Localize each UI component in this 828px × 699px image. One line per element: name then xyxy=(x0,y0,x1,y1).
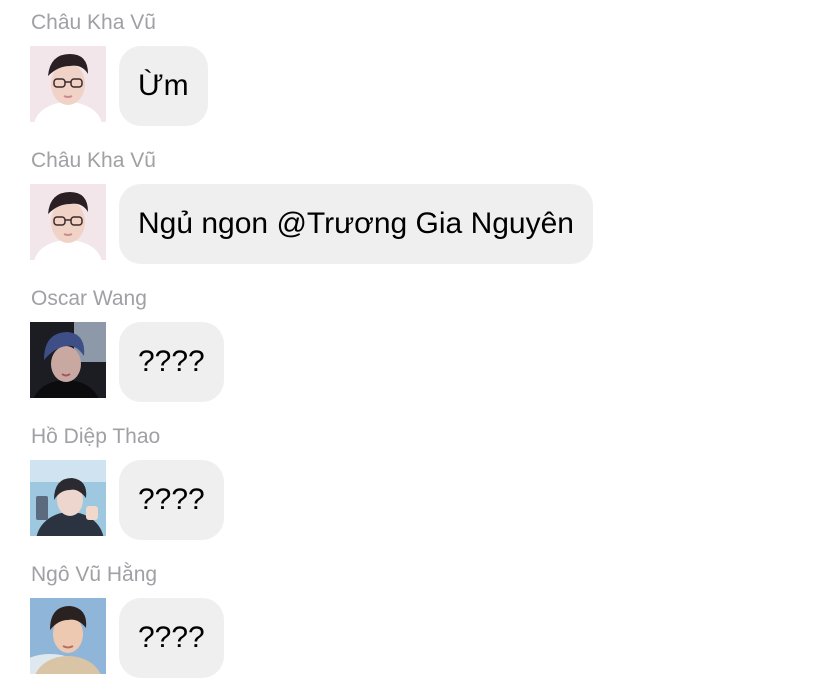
sender-name: Ngô Vũ Hằng xyxy=(31,563,158,586)
message-bubble[interactable]: Ừm xyxy=(119,46,208,126)
sender-name: Oscar Wang xyxy=(31,287,147,310)
avatar[interactable] xyxy=(30,184,106,260)
message-bubble[interactable]: ???? xyxy=(119,598,224,678)
avatar[interactable] xyxy=(30,598,106,674)
chat-thread: Châu Kha Vũ Ừm Châu Kha Vũ Ngủ ngon @Trư… xyxy=(0,0,828,699)
message-bubble[interactable]: ???? xyxy=(119,460,224,540)
sender-name: Châu Kha Vũ xyxy=(31,11,156,34)
avatar[interactable] xyxy=(30,322,106,398)
sender-name: Hồ Diệp Thao xyxy=(31,425,161,448)
avatar[interactable] xyxy=(30,46,106,122)
message-bubble[interactable]: Ngủ ngon @Trương Gia Nguyên xyxy=(119,184,593,264)
message-bubble[interactable]: ???? xyxy=(119,322,224,402)
avatar[interactable] xyxy=(30,460,106,536)
sender-name: Châu Kha Vũ xyxy=(31,149,156,172)
